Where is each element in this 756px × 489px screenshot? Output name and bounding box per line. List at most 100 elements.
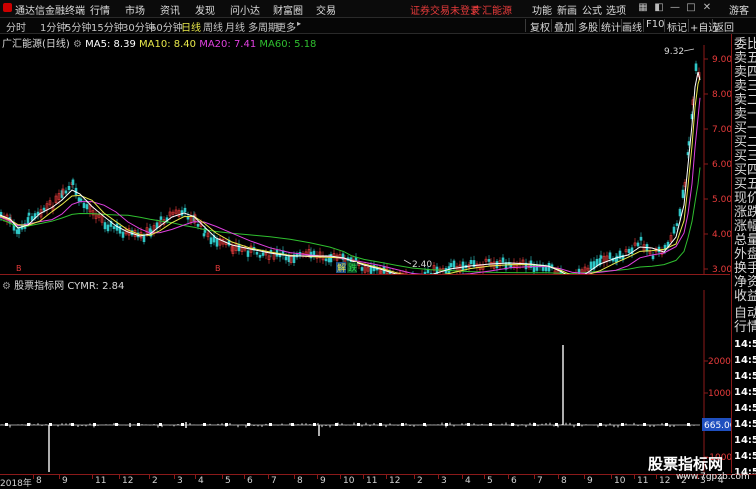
cymr-indicator-chart[interactable]: 20000 10000 -10000 665.06 bbox=[0, 290, 731, 473]
date-tick: 3 bbox=[441, 476, 447, 486]
close-icon[interactable]: ✕ bbox=[700, 2, 714, 14]
toolbar-divider bbox=[712, 19, 713, 32]
date-tick: 9 bbox=[62, 476, 68, 486]
y-tick: 4.00 bbox=[712, 230, 731, 240]
period-tab-daily[interactable]: 日线 bbox=[181, 19, 201, 34]
indicator-dot bbox=[489, 423, 492, 426]
period-tab-15min[interactable]: 15分钟 bbox=[91, 19, 124, 34]
date-tick: 12 bbox=[659, 476, 670, 486]
menu-item-jiaoyi[interactable]: 交易 bbox=[316, 2, 336, 17]
indicator-dot bbox=[5, 423, 8, 426]
low-price-pointer bbox=[404, 260, 411, 264]
date-tick: 2 bbox=[417, 476, 423, 486]
date-tick-mark bbox=[534, 475, 535, 479]
indicator-dot bbox=[71, 423, 74, 426]
toolbar-divider bbox=[599, 19, 600, 32]
date-tick-mark bbox=[634, 475, 635, 479]
quote-label: 卖三 bbox=[734, 80, 756, 94]
indicator-dot bbox=[445, 423, 448, 426]
menu-item-wenxiaoda[interactable]: 问小达 bbox=[230, 2, 260, 17]
period-tab-weekly[interactable]: 周线 bbox=[203, 19, 223, 34]
quote-label: 换手 bbox=[734, 262, 756, 276]
user-label[interactable]: 游客 bbox=[729, 2, 749, 17]
date-tick: 4 bbox=[465, 476, 471, 486]
period-tab-60min[interactable]: 60分钟 bbox=[150, 19, 183, 34]
watermark-logo: 股票指标网 bbox=[648, 453, 723, 474]
quote-label: 收益 bbox=[734, 290, 756, 304]
date-tick: 7 bbox=[537, 476, 543, 486]
quote-tab[interactable]: 行情 bbox=[734, 321, 756, 335]
y-tick: 8.00 bbox=[712, 90, 731, 100]
menu-item-zixun[interactable]: 资讯 bbox=[160, 2, 180, 17]
menu-item-caifuquan[interactable]: 财富圈 bbox=[273, 2, 303, 17]
event-marker-jie[interactable]: 解 bbox=[337, 262, 346, 274]
period-tab-multi[interactable]: 多周期 bbox=[248, 19, 278, 34]
menu-item-xinhua[interactable]: 新画 bbox=[557, 2, 577, 17]
tick-time: 14:50 bbox=[734, 370, 756, 384]
maximize-icon[interactable]: □ bbox=[684, 2, 698, 14]
tool-f10[interactable]: F10 bbox=[646, 19, 664, 30]
quote-label: 净资 bbox=[734, 276, 756, 290]
notice-stock[interactable]: 广汇能源 bbox=[472, 2, 512, 17]
quote-label: 买一 bbox=[734, 122, 756, 136]
indicator-dot bbox=[599, 423, 602, 426]
tool-fuquan[interactable]: 复权 bbox=[530, 19, 550, 34]
login-notice[interactable]: 证券交易未登录 bbox=[410, 2, 480, 17]
toolbar-divider bbox=[643, 19, 644, 32]
date-tick-mark bbox=[244, 475, 245, 479]
period-tab-1min[interactable]: 1分钟 bbox=[40, 19, 66, 34]
date-tick-mark bbox=[268, 475, 269, 479]
indicator-dot bbox=[137, 423, 140, 426]
indicator-dot bbox=[423, 423, 426, 426]
date-tick: 7 bbox=[271, 476, 277, 486]
date-tick-mark bbox=[317, 475, 318, 479]
date-tick: 8 bbox=[561, 476, 567, 486]
period-tab-monthly[interactable]: 月线 bbox=[225, 19, 245, 34]
more-chevron-icon[interactable]: ▸ bbox=[297, 19, 301, 28]
tool-huaxian[interactable]: 画线 bbox=[622, 19, 642, 34]
menu-item-shichang[interactable]: 市场 bbox=[125, 2, 145, 17]
menu-item-xuanxiang[interactable]: 选项 bbox=[606, 2, 626, 17]
tool-back[interactable]: 返回 bbox=[714, 19, 734, 34]
tool-tongji[interactable]: 统计 bbox=[601, 19, 621, 34]
high-price-pointer bbox=[684, 49, 694, 51]
date-tick-mark bbox=[33, 475, 34, 479]
date-tick-mark bbox=[363, 475, 364, 479]
tool-duogu[interactable]: 多股 bbox=[578, 19, 598, 34]
date-tick-mark bbox=[438, 475, 439, 479]
layout-icon[interactable]: ◧ bbox=[652, 2, 666, 14]
period-tab-more[interactable]: 更多 bbox=[276, 19, 296, 34]
menu-item-faxian[interactable]: 发现 bbox=[195, 2, 215, 17]
date-tick-mark bbox=[92, 475, 93, 479]
period-tab-fenshi[interactable]: 分时 bbox=[6, 19, 26, 34]
indicator-dot bbox=[159, 423, 162, 426]
date-tick: 8 bbox=[36, 476, 42, 486]
app-logo-icon bbox=[3, 3, 12, 12]
grid-icon[interactable]: ▦ bbox=[636, 2, 650, 14]
tick-time: 14:50 bbox=[734, 434, 756, 448]
indicator-dot bbox=[335, 423, 338, 426]
date-tick-mark bbox=[558, 475, 559, 479]
toolbar-divider bbox=[525, 19, 526, 32]
date-tick-mark bbox=[149, 475, 150, 479]
date-tick-mark bbox=[462, 475, 463, 479]
price-kline-chart[interactable]: 9.32 2.40 9.00 8.00 7.00 6.00 5.00 4.00 … bbox=[0, 45, 731, 274]
date-tick: 6 bbox=[247, 476, 253, 486]
high-price-label: 9.32 bbox=[664, 47, 684, 57]
tool-diejia[interactable]: 叠加 bbox=[554, 19, 574, 34]
event-marker-die[interactable]: 跌 bbox=[348, 263, 357, 274]
quote-label: 委比 bbox=[734, 38, 756, 52]
menu-item-hangqing[interactable]: 行情 bbox=[90, 2, 110, 17]
date-tick: 2 bbox=[152, 476, 158, 486]
period-tab-5min[interactable]: 5分钟 bbox=[65, 19, 91, 34]
tool-biaoji[interactable]: 标记 bbox=[667, 19, 687, 34]
menu-item-gongshi[interactable]: 公式 bbox=[582, 2, 602, 17]
auto-tab[interactable]: 自动 bbox=[734, 307, 756, 321]
minimize-icon[interactable]: — bbox=[668, 2, 682, 14]
date-tick: 5 bbox=[225, 476, 231, 486]
date-tick-mark bbox=[222, 475, 223, 479]
indicator-dot bbox=[511, 423, 514, 426]
date-tick-mark bbox=[119, 475, 120, 479]
menu-item-gongneng[interactable]: 功能 bbox=[532, 2, 552, 17]
indicator-dot bbox=[203, 423, 206, 426]
